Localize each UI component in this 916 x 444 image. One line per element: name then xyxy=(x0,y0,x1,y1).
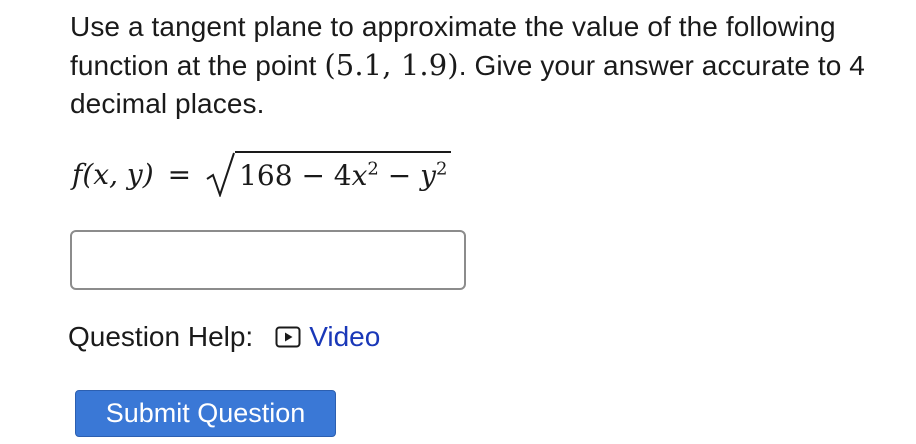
answer-input[interactable] xyxy=(70,230,466,290)
radical-sign-icon xyxy=(206,152,236,197)
function-formula: f(x, y) = 168 − 4x2 − y2 xyxy=(72,150,452,198)
formula-lhs: f(x, y) xyxy=(72,157,154,191)
video-link[interactable]: Video xyxy=(275,321,380,353)
video-play-icon xyxy=(275,326,301,348)
radicand-y-exponent: 2 xyxy=(435,158,448,180)
question-point: (5.1, 1.9) xyxy=(324,48,459,82)
radicand-minus: − xyxy=(378,159,421,192)
submit-question-button[interactable]: Submit Question xyxy=(75,390,336,437)
radicand-x-exponent: 2 xyxy=(367,158,379,180)
radicand: 168 − 4x2 − y2 xyxy=(235,151,452,197)
radicand-const: 168 − 4 xyxy=(239,159,352,192)
square-root: 168 − 4x2 − y2 xyxy=(205,151,452,197)
question-help: Question Help: Video xyxy=(68,318,380,356)
radicand-y: y xyxy=(420,159,436,192)
radicand-x: x xyxy=(351,159,368,192)
formula-equals: = xyxy=(167,157,192,191)
question-prompt: Use a tangent plane to approximate the v… xyxy=(70,8,900,123)
video-link-label: Video xyxy=(309,321,381,352)
question-help-label: Question Help: xyxy=(68,321,254,352)
